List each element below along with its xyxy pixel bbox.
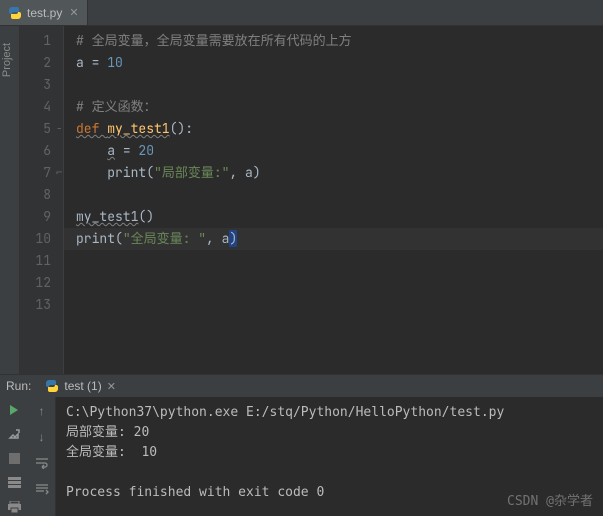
run-tool-window: Run: test (1) ✕ ↑ ↓ C:\Python37\python.e… — [0, 374, 603, 516]
fold-end-icon[interactable]: ⌐ — [56, 162, 63, 184]
scroll-to-end-icon[interactable] — [32, 479, 52, 499]
close-icon[interactable]: ✕ — [107, 380, 116, 393]
console-line — [66, 463, 593, 483]
run-config-tab[interactable]: test (1) ✕ — [39, 375, 122, 397]
editor-tabs: test.py ✕ — [0, 0, 603, 26]
line-number: 4 — [20, 96, 51, 118]
comment: # 全局变量，全局变量需要放在所有代码的上方 — [76, 32, 352, 49]
line-number: 8 — [20, 184, 51, 206]
tab-test-py[interactable]: test.py ✕ — [0, 0, 88, 25]
close-icon[interactable]: ✕ — [69, 6, 78, 19]
console-line: C:\Python37\python.exe E:/stq/Python/Hel… — [66, 403, 593, 423]
line-number: 2 — [20, 52, 51, 74]
run-header: Run: test (1) ✕ — [0, 375, 603, 397]
line-number: 10 — [20, 228, 51, 250]
console-line: 全局变量: 10 — [66, 443, 593, 463]
line-number: 5 — [20, 118, 51, 140]
rerun-button[interactable] — [4, 401, 24, 419]
python-file-icon — [8, 6, 22, 20]
line-number: 12 — [20, 272, 51, 294]
settings-icon[interactable] — [4, 425, 24, 443]
line-number: 3 — [20, 74, 51, 96]
code-editor[interactable]: 1 2 3 4 5 6 7 8 9 10 11 12 13 − ⌐ # 全局变量… — [20, 26, 603, 374]
run-toolbar-secondary: ↑ ↓ — [28, 397, 56, 516]
run-config-name: test (1) — [64, 379, 101, 393]
python-icon — [45, 379, 59, 393]
line-number: 1 — [20, 30, 51, 52]
stop-button[interactable] — [4, 449, 24, 467]
run-label: Run: — [6, 379, 31, 393]
layout-icon[interactable] — [4, 474, 24, 492]
console-output[interactable]: C:\Python37\python.exe E:/stq/Python/Hel… — [56, 397, 603, 516]
line-number: 13 — [20, 294, 51, 316]
watermark: CSDN @杂学者 — [507, 492, 593, 512]
tool-window-bar-left: Project — [0, 26, 20, 374]
soft-wrap-icon[interactable] — [32, 453, 52, 473]
up-arrow-icon[interactable]: ↑ — [32, 401, 52, 421]
line-number: 6 — [20, 140, 51, 162]
tab-label: test.py — [27, 6, 62, 20]
code-area[interactable]: # 全局变量，全局变量需要放在所有代码的上方 a = 10 # 定义函数： de… — [64, 26, 603, 374]
line-number: 9 — [20, 206, 51, 228]
project-tool-label[interactable]: Project — [1, 43, 13, 77]
fold-minus-icon[interactable]: − — [56, 118, 63, 140]
run-toolbar-primary — [0, 397, 28, 516]
gutter: 1 2 3 4 5 6 7 8 9 10 11 12 13 − ⌐ — [20, 26, 64, 374]
line-number: 7 — [20, 162, 51, 184]
line-number: 11 — [20, 250, 51, 272]
console-line: 局部变量: 20 — [66, 423, 593, 443]
print-icon[interactable] — [4, 498, 24, 516]
comment: # 定义函数： — [76, 98, 157, 115]
down-arrow-icon[interactable]: ↓ — [32, 427, 52, 447]
